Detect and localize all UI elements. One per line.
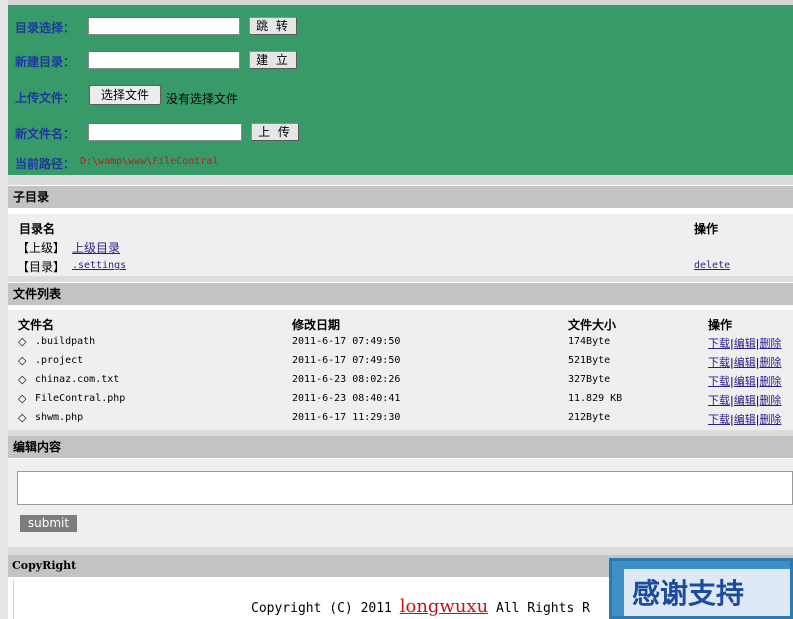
download-link[interactable]: 下载 — [708, 356, 730, 369]
delete-link[interactable]: 删除 — [759, 394, 781, 407]
file-icon: ◇ — [18, 411, 27, 424]
file-date: 2011-6-17 11:29:30 — [292, 412, 401, 423]
goto-dir-input[interactable] — [88, 17, 240, 35]
delete-link[interactable]: 删除 — [759, 337, 781, 350]
delete-link[interactable]: 删除 — [759, 413, 781, 426]
separator — [8, 175, 793, 185]
edit-link[interactable]: 编辑 — [734, 375, 756, 388]
brand-link[interactable]: longwuxu — [400, 596, 488, 617]
editor-section-title: 编辑内容 — [8, 436, 793, 458]
subdir-delete-link[interactable]: delete — [694, 260, 730, 271]
download-link[interactable]: 下载 — [708, 375, 730, 388]
subdir-col-name: 目录名 — [19, 222, 56, 236]
current-path-label: 当前路径： — [15, 157, 76, 171]
edit-link[interactable]: 编辑 — [734, 413, 756, 426]
newfile-label: 新文件名： — [15, 127, 76, 141]
thanks-popup[interactable]: 感谢支持 — [609, 558, 793, 619]
files-col-action: 操作 — [708, 318, 733, 332]
subdir-section-title: 子目录 — [8, 186, 793, 208]
files-section-body: 文件名 修改日期 文件大小 操作 ◇ .buildpath 2011-6-17 … — [8, 310, 793, 430]
edit-link[interactable]: 编辑 — [734, 356, 756, 369]
copyright-suffix: All Rights R — [496, 601, 590, 616]
newdir-label: 新建目录： — [15, 55, 76, 69]
create-dir-button[interactable]: 建 立 — [249, 51, 297, 69]
file-icon: ◇ — [18, 392, 27, 405]
file-name: shwm.php — [35, 412, 84, 423]
file-size: 521Byte — [568, 355, 611, 366]
subdir-tag: 【上级】 — [17, 241, 66, 255]
edit-link[interactable]: 编辑 — [734, 337, 756, 350]
file-name: FileContral.php — [35, 393, 126, 404]
subdir-link-parent[interactable]: 上级目录 — [72, 239, 120, 256]
submit-button[interactable]: submit — [20, 515, 77, 532]
file-actions: 下载|编辑|删除 — [708, 337, 782, 350]
separator — [8, 276, 793, 282]
file-size: 174Byte — [568, 336, 611, 347]
file-actions: 下载|编辑|删除 — [708, 375, 782, 388]
file-icon: ◇ — [18, 335, 27, 348]
download-link[interactable]: 下载 — [708, 413, 730, 426]
subdir-link-settings[interactable]: .settings — [72, 260, 126, 271]
separator — [8, 547, 793, 555]
no-file-text: 没有选择文件 — [166, 92, 239, 106]
control-panel: 目录选择： 跳 转 新建目录： 建 立 上传文件： 选择文件 没有选择文件 新文… — [8, 5, 793, 175]
file-actions: 下载|编辑|删除 — [708, 394, 782, 407]
file-date: 2011-6-17 07:49:50 — [292, 336, 401, 347]
download-link[interactable]: 下载 — [708, 337, 730, 350]
file-size: 11.829 KB — [568, 393, 623, 404]
goto-label: 目录选择： — [15, 21, 76, 35]
file-name: .buildpath — [35, 336, 96, 347]
file-date: 2011-6-17 07:49:50 — [292, 355, 401, 366]
copyright-line: Copyright (C) 2011 longwuxu All Rights R — [251, 596, 590, 617]
file-date: 2011-6-23 08:02:26 — [292, 374, 401, 385]
newdir-input[interactable] — [88, 51, 240, 69]
file-date: 2011-6-23 08:40:41 — [292, 393, 401, 404]
left-rail — [0, 0, 8, 619]
delete-link[interactable]: 删除 — [759, 375, 781, 388]
current-path-value: D:\wamp\www\FileContral — [80, 156, 219, 167]
file-actions: 下载|编辑|删除 — [708, 413, 782, 426]
copyright-prefix: Copyright (C) 2011 — [251, 601, 392, 616]
files-col-name: 文件名 — [18, 318, 55, 332]
upload-button[interactable]: 上 传 — [251, 123, 299, 141]
file-icon: ◇ — [18, 373, 27, 386]
files-col-size: 文件大小 — [568, 318, 617, 332]
file-size: 212Byte — [568, 412, 611, 423]
files-section-title: 文件列表 — [8, 283, 793, 305]
subdir-tag: 【目录】 — [17, 260, 66, 274]
upload-label: 上传文件： — [15, 91, 76, 105]
file-name: .project — [35, 355, 84, 366]
edit-content-textarea[interactable] — [17, 471, 793, 505]
edit-link[interactable]: 编辑 — [734, 394, 756, 407]
delete-link[interactable]: 删除 — [759, 356, 781, 369]
page: 目录选择： 跳 转 新建目录： 建 立 上传文件： 选择文件 没有选择文件 新文… — [0, 0, 793, 619]
file-name: chinaz.com.txt — [35, 374, 120, 385]
subdir-section-body: 目录名 操作 【上级】 上级目录 【目录】 .settings delete — [8, 214, 793, 276]
thanks-popup-text: 感谢支持 — [624, 569, 790, 616]
file-icon: ◇ — [18, 354, 27, 367]
subdir-col-action: 操作 — [694, 222, 719, 236]
file-actions: 下载|编辑|删除 — [708, 356, 782, 369]
choose-file-button[interactable]: 选择文件 — [89, 85, 161, 105]
goto-button[interactable]: 跳 转 — [249, 17, 297, 35]
newfile-input[interactable] — [88, 123, 242, 141]
download-link[interactable]: 下载 — [708, 394, 730, 407]
files-col-date: 修改日期 — [292, 318, 341, 332]
file-size: 327Byte — [568, 374, 611, 385]
